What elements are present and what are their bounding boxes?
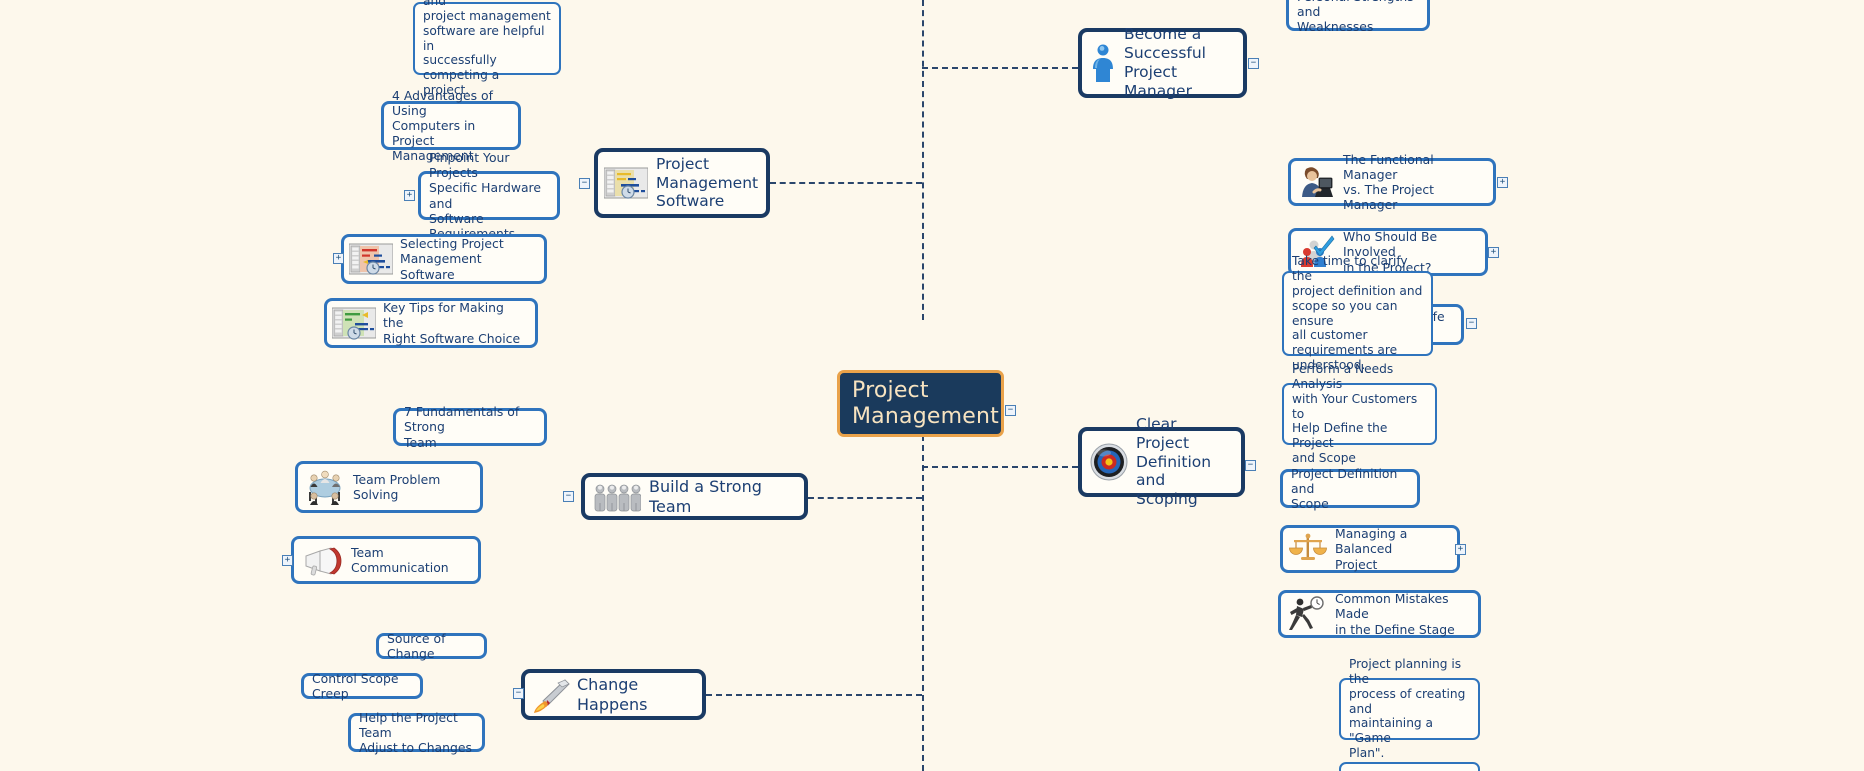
expander-functional-vs-project-manager[interactable]: + (1497, 177, 1508, 188)
gantt-chart-green-icon (332, 306, 376, 340)
node-change-happens-label: Change Happens (577, 674, 648, 714)
expander-become-a-successful-project-manager[interactable]: − (1248, 58, 1259, 69)
node-common-mistakes-define-stage[interactable]: Common Mistakes Made in the Define Stage (1278, 590, 1481, 638)
trunk-line-lower (922, 435, 924, 771)
branch-line-build-team (808, 497, 922, 499)
branch-line-change-happens (706, 694, 922, 696)
expander-who-should-be-involved[interactable]: + (1488, 247, 1499, 258)
node-7-fundamentals-label: 7 Fundamentals of Strong Team (404, 404, 520, 450)
expander-pinpoint-requirements[interactable]: + (404, 190, 415, 201)
node-perform-needs-analysis[interactable]: Perform a Needs Analysis with Your Custo… (1282, 362, 1437, 465)
node-selecting-pm-software-label: Selecting Project Management Software (400, 236, 504, 282)
node-project-management-software[interactable]: Project Management Software (594, 148, 770, 218)
node-key-tips-software-choice-label: Key Tips for Making the Right Software C… (383, 300, 521, 346)
node-team-communication[interactable]: Team Communication (291, 536, 481, 584)
node-clear-project-definition-and-scoping-label: Clear Project Definition and Scoping (1136, 414, 1212, 509)
node-pinpoint-requirements[interactable]: Pinpoint Your Projects Specific Hardware… (418, 150, 560, 241)
running-clock-icon (1286, 596, 1328, 632)
node-4-advantages[interactable]: 4 Advantages of Using Computers in Proje… (381, 88, 521, 163)
node-project-planning-note[interactable]: Project planning is the process of creat… (1339, 657, 1480, 760)
node-source-of-change[interactable]: Source of Change (376, 631, 487, 661)
rocket-icon (531, 677, 571, 713)
root-expander[interactable]: − (1005, 405, 1016, 416)
node-selecting-pm-software[interactable]: Selecting Project Management Software (341, 234, 547, 284)
trunk-line-upper (922, 0, 924, 320)
expander-project-management-software[interactable]: − (579, 178, 590, 189)
node-change-happens[interactable]: Change Happens (521, 669, 706, 720)
node-functional-vs-project-manager[interactable]: The Functional Manager vs. The Project M… (1288, 152, 1496, 212)
node-control-scope-creep-label: Control Scope Creep (312, 670, 399, 701)
expander-clear-project-definition-and-scoping[interactable]: − (1245, 460, 1256, 471)
node-personal-strengths-weaknesses-label: Personal Strengths and Weaknesses (1297, 0, 1414, 35)
node-managing-balanced-project[interactable]: Managing a Balanced Project (1280, 525, 1460, 573)
node-common-mistakes-define-stage-label: Common Mistakes Made in the Define Stage (1335, 591, 1455, 637)
node-project-management-software-label: Project Management Software (656, 154, 759, 211)
node-become-a-successful-project-manager-label: Become a Successful Project Manager (1124, 25, 1206, 100)
people-group-icon (593, 481, 641, 513)
node-team-problem-solving-label: Team Problem Solving (353, 471, 441, 502)
meeting-table-icon (304, 468, 346, 506)
gantt-chart-red-icon (349, 242, 393, 276)
node-build-a-strong-team[interactable]: Build a Strong Team (581, 473, 808, 520)
node-project-definition-and-scope-label: Project Definition and Scope (1291, 465, 1398, 512)
node-help-team-adjust-label: Help the Project Team Adjust to Changes (359, 709, 472, 756)
node-team-problem-solving[interactable]: Team Problem Solving (295, 461, 483, 513)
root-node-label: Project Management (852, 377, 999, 429)
expander-change-happens[interactable]: − (513, 688, 524, 699)
branch-line-clear-project (922, 466, 1078, 468)
node-personal-strengths-weaknesses[interactable]: Personal Strengths and Weaknesses (1286, 0, 1430, 34)
target-icon (1090, 443, 1128, 481)
mindmap-canvas: Project Management − Project Management … (0, 0, 1864, 771)
node-become-a-successful-project-manager[interactable]: Become a Successful Project Manager (1078, 25, 1247, 100)
node-build-a-strong-team-label: Build a Strong Team (649, 476, 762, 516)
expander-selecting-pm-software[interactable]: + (333, 253, 344, 264)
node-project-definition-and-scope[interactable]: Project Definition and Scope (1280, 466, 1420, 511)
node-help-team-adjust[interactable]: Help the Project Team Adjust to Changes (348, 710, 485, 755)
node-source-of-change-label: Source of Change (387, 630, 446, 661)
node-key-tips-software-choice[interactable]: Key Tips for Making the Right Software C… (324, 298, 538, 348)
expander-team-communication[interactable]: + (282, 555, 293, 566)
gantt-chart-icon (604, 166, 648, 200)
person-laptop-icon (1296, 164, 1336, 200)
node-take-time-to-clarify-note[interactable]: Take time to clarify the project definit… (1282, 254, 1433, 372)
node-7-fundamentals[interactable]: 7 Fundamentals of Strong Team (393, 404, 547, 450)
expander-build-a-strong-team[interactable]: − (563, 491, 574, 502)
scales-icon (1288, 532, 1328, 566)
branch-line-become-manager (922, 67, 1078, 69)
branch-line-pm-software (770, 182, 922, 184)
expander-project-life-cycle[interactable]: − (1466, 318, 1477, 329)
megaphone-icon (300, 544, 344, 576)
node-project-planning-next[interactable] (1339, 762, 1480, 771)
node-team-communication-label: Team Communication (351, 544, 449, 575)
root-node-project-management[interactable]: Project Management (837, 370, 1004, 437)
node-use-of-computers-note[interactable]: Use of computers and project management … (413, 0, 561, 97)
person-blue-icon (1090, 43, 1116, 83)
node-clear-project-definition-and-scoping[interactable]: Clear Project Definition and Scoping (1078, 415, 1245, 508)
node-functional-vs-project-manager-label: The Functional Manager vs. The Project M… (1343, 151, 1435, 213)
expander-managing-balanced-project[interactable]: + (1455, 544, 1466, 555)
node-control-scope-creep[interactable]: Control Scope Creep (301, 671, 423, 701)
node-project-planning-note-label: Project planning is the process of creat… (1349, 656, 1466, 761)
node-perform-needs-analysis-label: Perform a Needs Analysis with Your Custo… (1292, 361, 1418, 466)
node-managing-balanced-project-label: Managing a Balanced Project (1335, 526, 1408, 572)
